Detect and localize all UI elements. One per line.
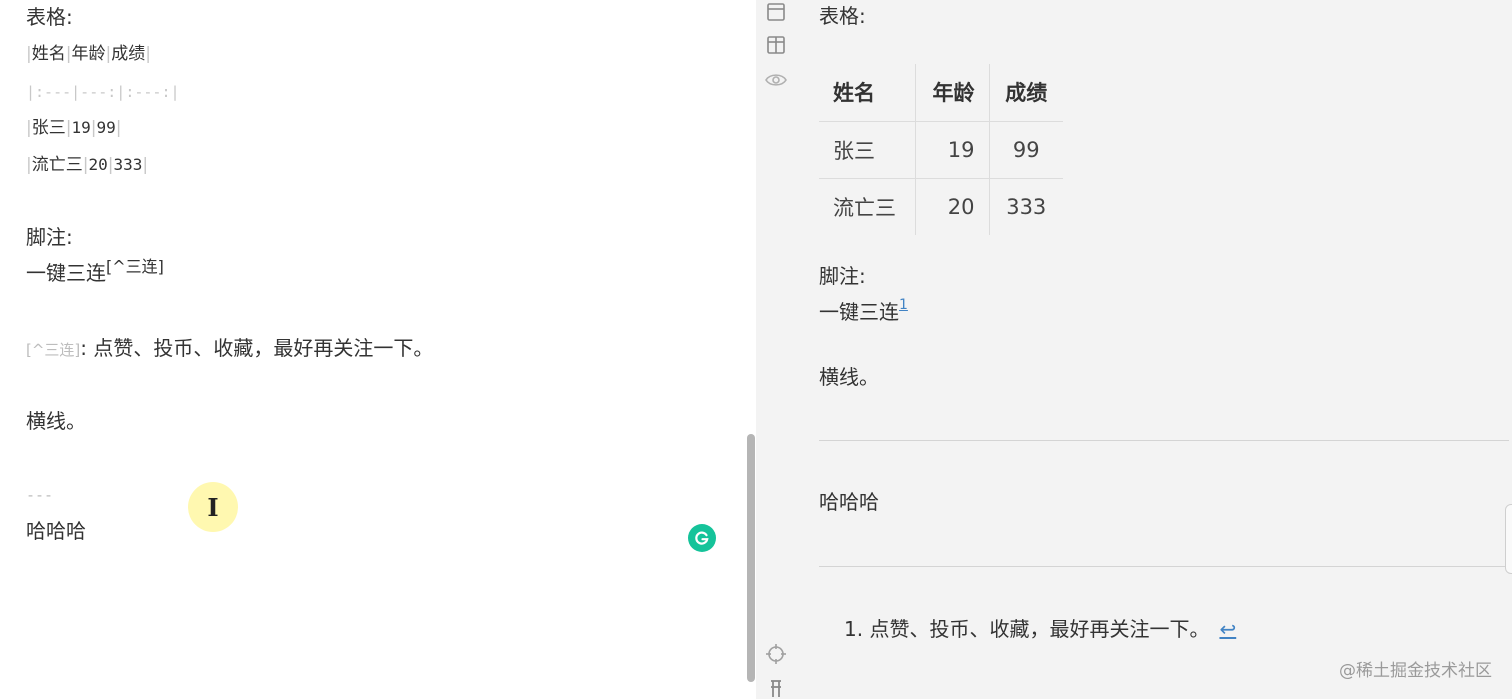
table-cell: 张三 xyxy=(819,121,915,179)
layout-split-icon[interactable] xyxy=(762,31,790,59)
preview-after-hr-text: 哈哈哈 xyxy=(819,490,879,514)
table-cell: 333 xyxy=(988,178,1063,235)
view-toolbar xyxy=(756,0,796,699)
editor-footnote-ref: [^三连] xyxy=(106,257,164,276)
text-cursor-icon: I xyxy=(207,492,219,522)
layout-single-icon[interactable] xyxy=(762,0,790,26)
editor-table-row: |张三|19|99| xyxy=(26,118,122,138)
text-cursor-highlight: I xyxy=(188,482,238,532)
editor-footnote-def-label: [^三连] xyxy=(26,341,81,359)
editor-hr-heading: 横线。 xyxy=(26,409,86,433)
table-header-row: 姓名 年龄 成绩 xyxy=(819,64,1063,122)
footnote-backref-link[interactable]: ↩ xyxy=(1219,617,1236,641)
editor-footnote-text: 一键三连 xyxy=(26,261,106,285)
editor-after-hr-text: 哈哈哈 xyxy=(26,519,86,543)
editor-scrollbar-thumb[interactable] xyxy=(747,434,755,682)
editor-table-heading: 表格: xyxy=(26,5,73,29)
preview-footnote-text: 一键三连 xyxy=(819,300,899,324)
footnotes-separator xyxy=(819,566,1509,567)
preview-hr-heading: 横线。 xyxy=(819,365,879,389)
table-cell: 20 xyxy=(914,178,989,235)
editor-cell: 99 xyxy=(96,118,116,137)
editor-cell: 张三 xyxy=(31,118,66,138)
footnote-ref-link[interactable]: 1 xyxy=(899,297,908,313)
table-header-cell: 姓名 xyxy=(819,64,915,122)
preview-footnote-heading: 脚注: xyxy=(819,264,866,288)
crosshair-icon[interactable] xyxy=(762,640,790,668)
preview-eye-icon[interactable] xyxy=(762,66,790,94)
editor-cell: 成绩 xyxy=(111,44,146,64)
grammarly-icon[interactable] xyxy=(688,524,716,552)
table-cell: 流亡三 xyxy=(833,195,896,220)
editor-footnote-heading: 脚注: xyxy=(26,225,73,249)
footnote-list-item: 1. 点赞、投币、收藏，最好再关注一下。 ↩ xyxy=(844,616,1236,642)
preview-table-heading: 表格: xyxy=(819,4,866,28)
markdown-preview: 表格: 姓名 年龄 成绩 张三 19 99 流亡三 20 333 脚注: 一键三… xyxy=(796,0,1512,699)
editor-table-row: |流亡三|20|333| xyxy=(26,155,149,175)
preview-table: 姓名 年龄 成绩 张三 19 99 流亡三 20 333 xyxy=(819,64,1063,235)
side-panel-handle[interactable] xyxy=(1505,504,1512,574)
editor-footnote-line: 一键三连[^三连] xyxy=(26,257,164,288)
editor-table-separator: |:---|---:|:---:| xyxy=(26,83,180,101)
horizontal-rule xyxy=(819,440,1509,441)
table-row: 张三 19 99 xyxy=(819,121,1063,179)
markdown-editor[interactable]: 表格: |姓名|年龄|成绩| |:---|---:|:---:| |张三|19|… xyxy=(0,0,756,699)
table-header-cell: 年龄 xyxy=(914,64,989,122)
editor-hr-markup: --- xyxy=(26,486,54,504)
footnote-entry-text: 1. 点赞、投币、收藏，最好再关注一下。 xyxy=(844,617,1210,641)
editor-cell: 19 xyxy=(71,118,91,137)
editor-table-row: |姓名|年龄|成绩| xyxy=(26,44,151,64)
preview-footnote-line: 一键三连1 xyxy=(819,297,908,328)
editor-cell: 20 xyxy=(88,155,108,174)
editor-cell: 流亡三 xyxy=(31,155,83,175)
outline-icon[interactable] xyxy=(762,674,790,699)
table-cell: 99 xyxy=(988,121,1063,179)
editor-footnote-def-text: : 点赞、投币、收藏，最好再关注一下。 xyxy=(80,336,434,360)
table-row: 流亡三 20 333 xyxy=(819,178,1063,235)
table-cell: 19 xyxy=(914,121,989,179)
watermark: @稀土掘金技术社区 xyxy=(1339,661,1492,681)
table-header-cell: 成绩 xyxy=(988,64,1063,122)
editor-cell: 姓名 xyxy=(31,44,66,64)
editor-cell: 年龄 xyxy=(71,44,106,64)
editor-footnote-definition: [^三连]: 点赞、投币、收藏，最好再关注一下。 xyxy=(26,335,433,363)
editor-cell: 333 xyxy=(113,155,143,174)
